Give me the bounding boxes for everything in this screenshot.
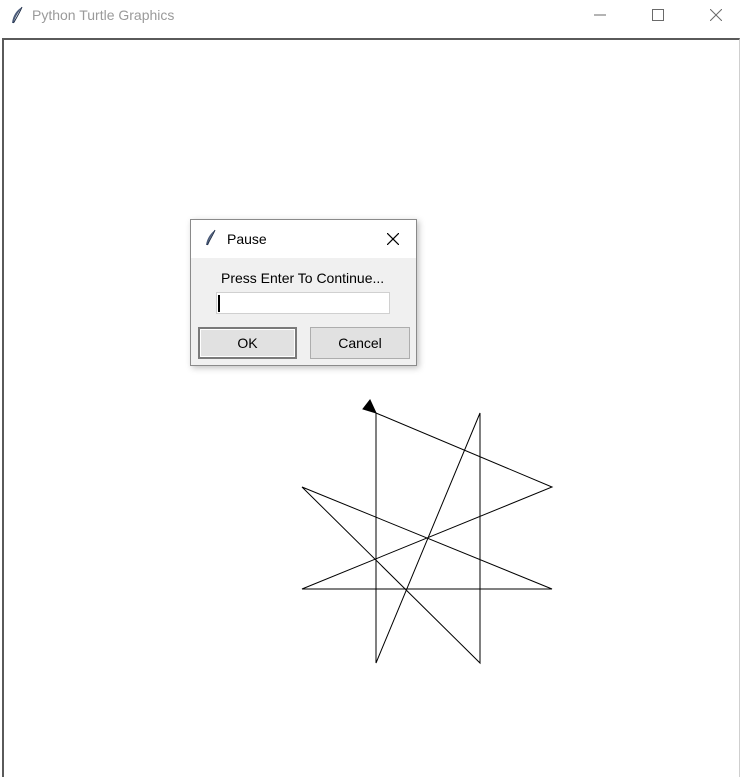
minimize-icon <box>594 14 606 16</box>
turtle-cursor <box>362 399 377 414</box>
ok-button[interactable]: OK <box>198 327 297 359</box>
turtle-drawing <box>301 399 554 665</box>
feather-icon <box>12 6 23 24</box>
dialog-close-button[interactable] <box>381 228 405 250</box>
minimize-button[interactable] <box>571 0 629 30</box>
maximize-icon <box>652 9 664 21</box>
window-titlebar: Python Turtle Graphics <box>0 0 742 32</box>
dialog-prompt: Press Enter To Continue... <box>221 270 385 286</box>
window-title: Python Turtle Graphics <box>32 7 175 23</box>
maximize-button[interactable] <box>629 0 687 30</box>
pause-dialog: Pause Press Enter To Continue... OK Canc… <box>190 219 417 366</box>
text-caret <box>218 295 220 312</box>
close-icon <box>710 9 722 21</box>
star-path <box>301 412 554 665</box>
close-icon <box>387 233 399 245</box>
feather-icon <box>206 229 216 246</box>
close-button[interactable] <box>687 0 742 30</box>
cancel-button[interactable]: Cancel <box>310 327 410 359</box>
dialog-title: Pause <box>227 231 267 247</box>
turtle-canvas[interactable] <box>2 38 740 777</box>
pause-input[interactable] <box>216 292 390 314</box>
dialog-titlebar: Pause <box>191 220 416 258</box>
